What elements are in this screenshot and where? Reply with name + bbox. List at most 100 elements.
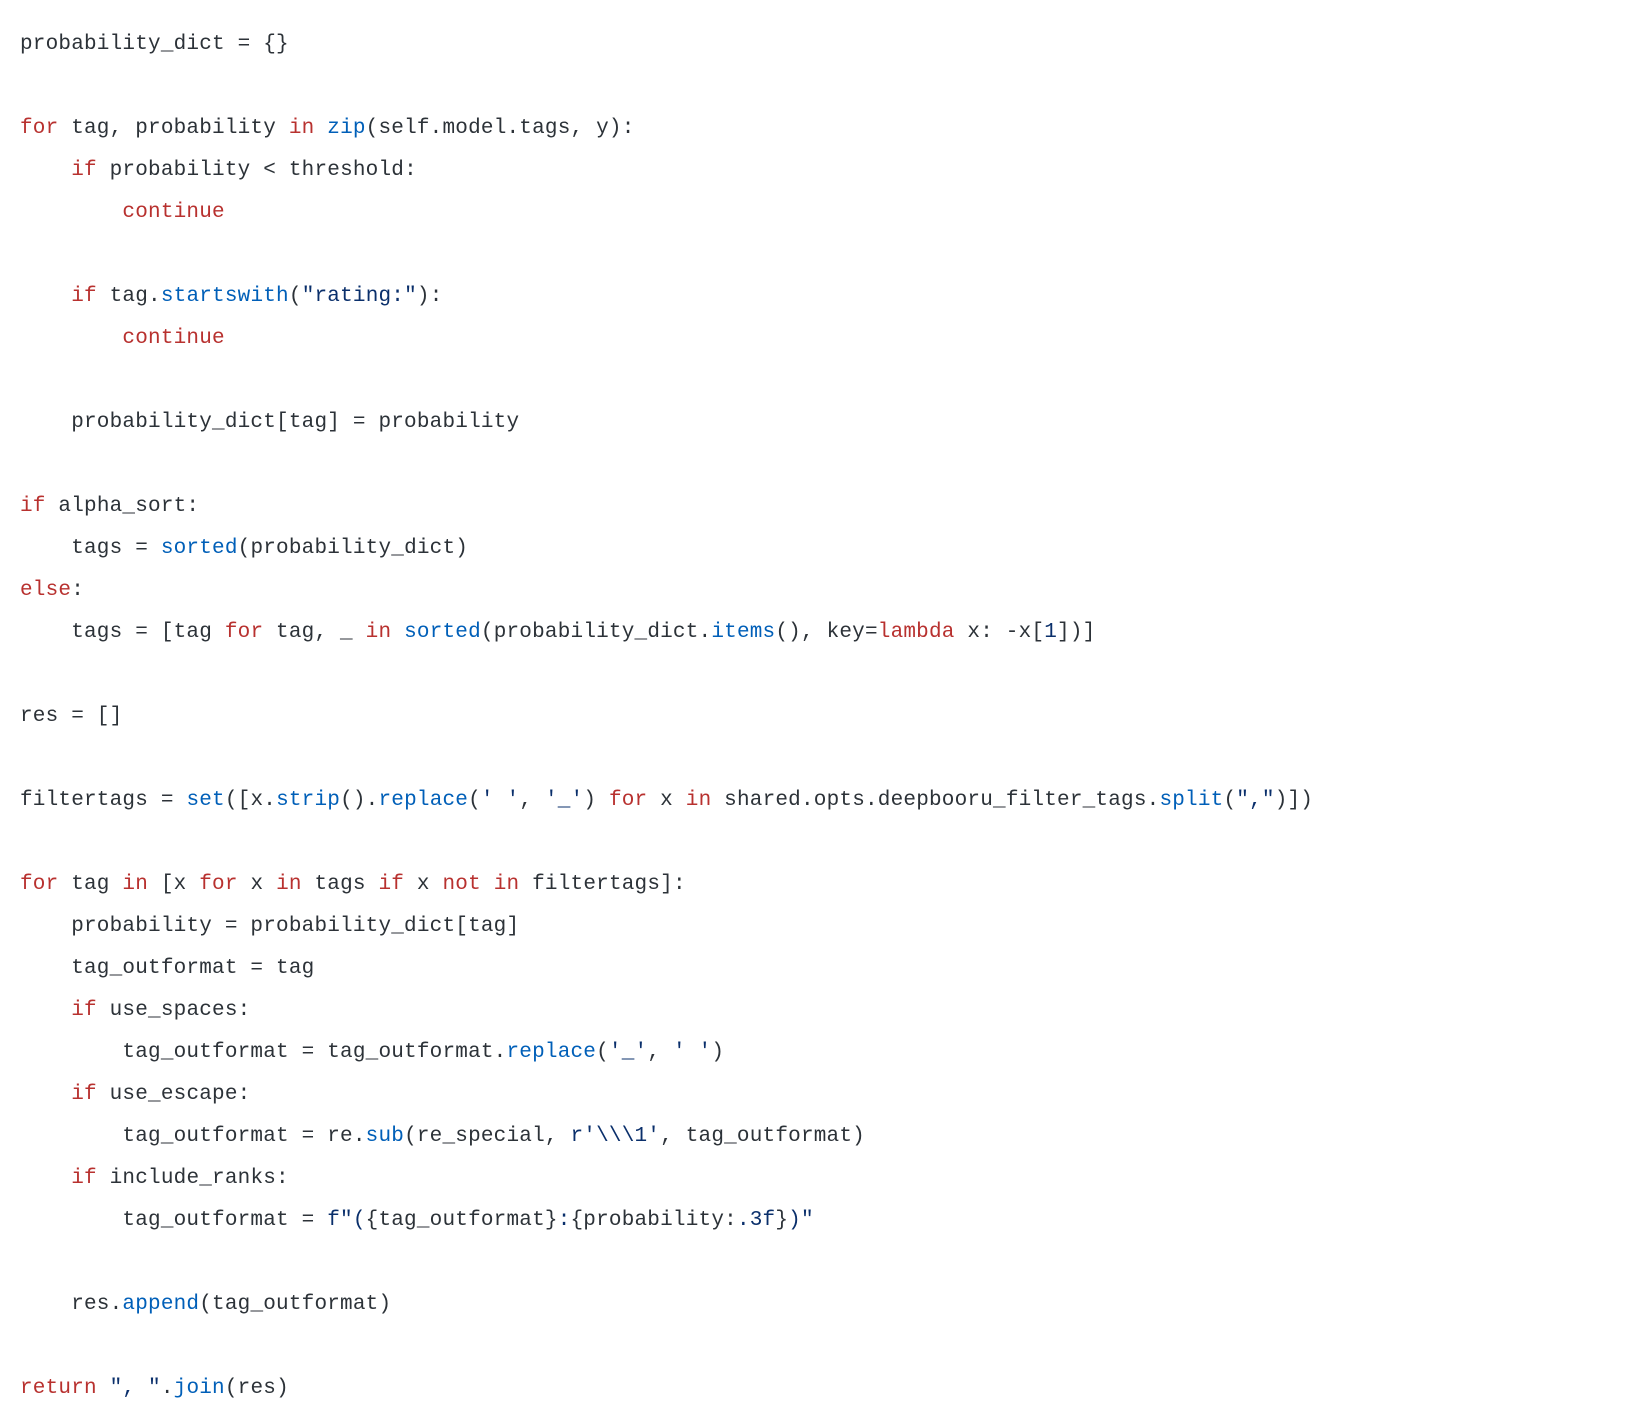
token-call: replace [506, 1041, 596, 1064]
token-plain: tags = [20, 537, 161, 560]
token-plain: ) [583, 789, 609, 812]
token-kw: not [443, 873, 481, 896]
token-kw: if [71, 285, 97, 308]
token-plain [481, 873, 494, 896]
token-num: 1 [1044, 621, 1057, 644]
token-plain: probability = probability_dict[tag] [20, 915, 519, 938]
token-call: strip [276, 789, 340, 812]
token-plain [20, 201, 122, 224]
token-plain: use_escape: [97, 1083, 251, 1106]
code-line: if use_escape: [20, 1083, 250, 1106]
token-str: ", " [110, 1377, 161, 1400]
code-line: if probability < threshold: [20, 159, 417, 182]
token-kw: in [276, 873, 302, 896]
code-line: res = [] [20, 705, 122, 728]
token-plain: ( [596, 1041, 609, 1064]
token-plain [20, 327, 122, 350]
token-plain: res = [] [20, 705, 122, 728]
token-str: "rating:" [302, 285, 417, 308]
code-line: probability_dict[tag] = probability [20, 411, 519, 434]
token-str: )" [788, 1209, 814, 1232]
code-line: return ", ".join(res) [20, 1377, 289, 1400]
token-call: replace [378, 789, 468, 812]
token-kw: continue [122, 201, 224, 224]
token-plain: tag_outformat = tag_outformat. [20, 1041, 506, 1064]
token-plain: (res) [225, 1377, 289, 1400]
token-plain: . [161, 1377, 174, 1400]
token-plain: tag_outformat = re. [20, 1125, 366, 1148]
code-line: tags = sorted(probability_dict) [20, 537, 468, 560]
token-plain [20, 159, 71, 182]
token-plain: ) [711, 1041, 724, 1064]
code-line: if alpha_sort: [20, 495, 199, 518]
code-line: for tag, probability in zip(self.model.t… [20, 117, 635, 140]
token-plain: (re_special, [404, 1125, 570, 1148]
token-plain [97, 1377, 110, 1400]
code-line: if use_spaces: [20, 999, 250, 1022]
token-plain: , [647, 1041, 673, 1064]
token-plain: x [238, 873, 276, 896]
token-plain: : [71, 579, 84, 602]
token-plain [20, 285, 71, 308]
token-plain: [x [148, 873, 199, 896]
token-kw: if [71, 1083, 97, 1106]
token-kw: if [71, 999, 97, 1022]
code-line: if include_ranks: [20, 1167, 289, 1190]
token-kw: if [378, 873, 404, 896]
code-line: res.append(tag_outformat) [20, 1293, 391, 1316]
token-plain: x: -x[ [955, 621, 1045, 644]
code-line: tags = [tag for tag, _ in sorted(probabi… [20, 621, 1095, 644]
token-plain: include_ranks: [97, 1167, 289, 1190]
token-call: sorted [404, 621, 481, 644]
token-plain: tag, _ [263, 621, 365, 644]
token-plain: } [775, 1209, 788, 1232]
code-line: tag_outformat = re.sub(re_special, r'\\\… [20, 1125, 865, 1148]
token-plain: (probability_dict. [481, 621, 711, 644]
token-plain [20, 1083, 71, 1106]
code-line: continue [20, 201, 225, 224]
token-kw: in [122, 873, 148, 896]
token-kw: for [609, 789, 647, 812]
token-plain: shared.opts.deepbooru_filter_tags. [711, 789, 1159, 812]
code-line: for tag in [x for x in tags if x not in … [20, 873, 686, 896]
token-kw: for [20, 117, 58, 140]
token-str: '_' [609, 1041, 647, 1064]
token-plain: x [647, 789, 685, 812]
token-call: split [1159, 789, 1223, 812]
token-kw: for [20, 873, 58, 896]
token-call: append [122, 1293, 199, 1316]
token-plain: ([x. [225, 789, 276, 812]
token-plain: , tag_outformat) [660, 1125, 865, 1148]
token-kw: if [71, 159, 97, 182]
code-line: tag_outformat = f"({tag_outformat}:{prob… [20, 1209, 814, 1232]
token-kw: return [20, 1377, 97, 1400]
token-plain: filtertags = [20, 789, 186, 812]
token-str: '_' [545, 789, 583, 812]
code-line: else: [20, 579, 84, 602]
code-line: if tag.startswith("rating:"): [20, 285, 443, 308]
token-str: "," [1236, 789, 1274, 812]
token-str: r'\\\1' [571, 1125, 661, 1148]
token-plain: ( [468, 789, 481, 812]
token-plain: ])] [1057, 621, 1095, 644]
token-kw: if [71, 1167, 97, 1190]
token-plain: use_spaces: [97, 999, 251, 1022]
code-block: probability_dict = {} for tag, probabili… [20, 24, 1616, 1410]
token-plain [391, 621, 404, 644]
token-str: .3f [737, 1209, 775, 1232]
token-plain: ): [417, 285, 443, 308]
code-line: probability = probability_dict[tag] [20, 915, 519, 938]
token-plain: )]) [1275, 789, 1313, 812]
token-plain: (), key= [775, 621, 877, 644]
token-plain: (tag_outformat) [199, 1293, 391, 1316]
code-line: continue [20, 327, 225, 350]
token-plain: tag, probability [58, 117, 288, 140]
token-plain [20, 999, 71, 1022]
token-plain: tag_outformat = tag [20, 957, 314, 980]
token-kw: in [686, 789, 712, 812]
token-plain: filtertags]: [519, 873, 685, 896]
token-kw: if [20, 495, 46, 518]
token-str: ' ' [481, 789, 519, 812]
code-line: tag_outformat = tag_outformat.replace('_… [20, 1041, 724, 1064]
code-line: probability_dict = {} [20, 33, 289, 56]
